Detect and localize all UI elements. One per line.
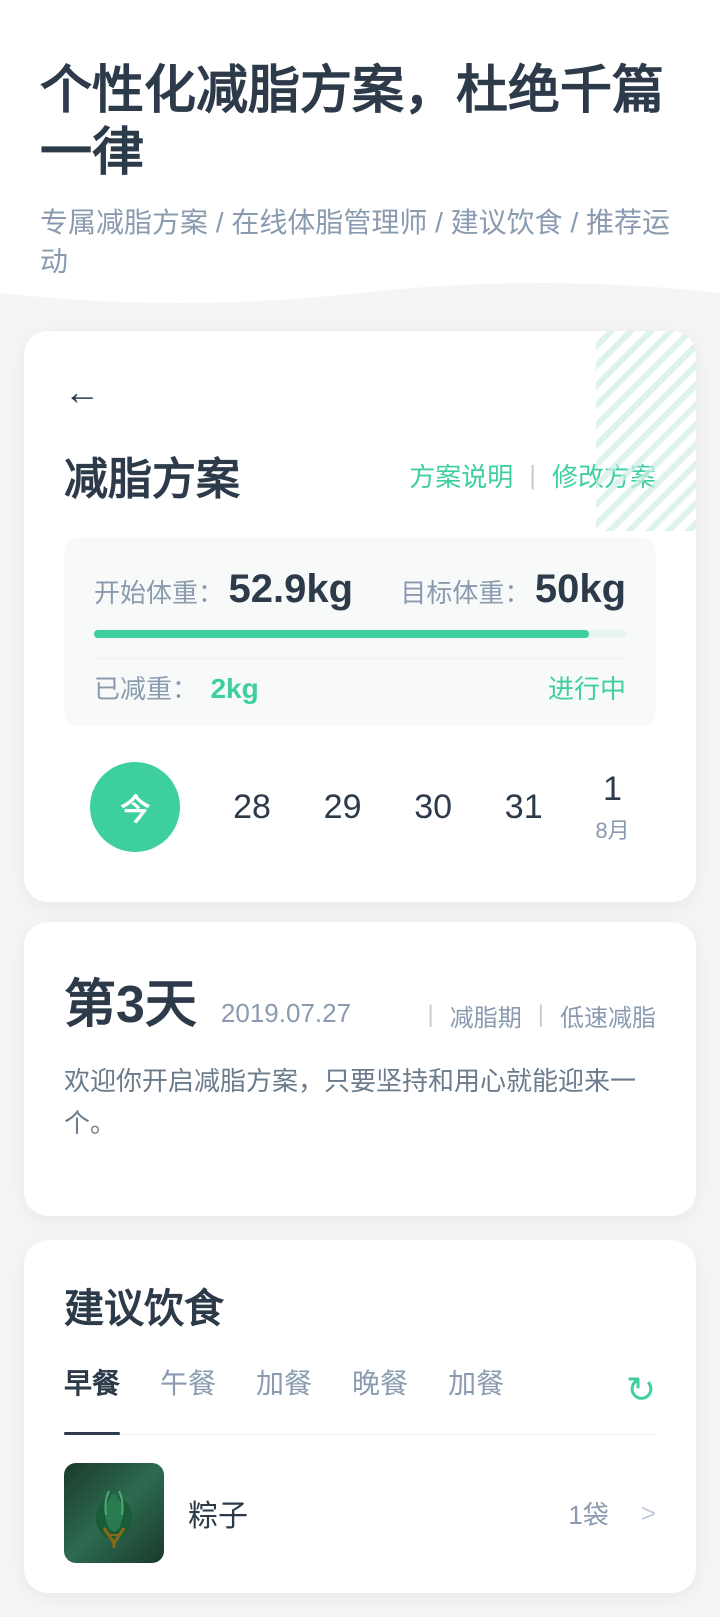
calendar-row: 今 28 29 30 31 1 8月	[64, 762, 656, 862]
weight-target-value: 50kg	[535, 567, 626, 611]
day-tag-1: 减脂期	[450, 998, 522, 1033]
today-label: 今	[120, 785, 150, 829]
lost-group: 已减重： 2kg	[94, 669, 259, 706]
diet-section: 建议饮食 早餐 午餐 加餐 晚餐 加餐 ↻	[24, 1240, 696, 1593]
header-title: 个性化减脂方案，杜绝千篇一律	[40, 60, 680, 185]
food-image	[64, 1463, 164, 1563]
cal-day-29: 29	[324, 788, 362, 827]
action-divider: |	[529, 460, 536, 491]
food-name: 粽子	[188, 1491, 544, 1535]
meal-tab-dinner[interactable]: 晚餐	[352, 1362, 408, 1418]
status-badge: 进行中	[548, 669, 626, 706]
weight-start-value: 52.9kg	[228, 567, 353, 611]
food-arrow-icon: >	[641, 1498, 656, 1529]
food-item[interactable]: 粽子 1袋 >	[64, 1463, 656, 1563]
diet-title: 建议饮食	[64, 1276, 656, 1334]
plan-title: 减脂方案	[64, 443, 240, 507]
back-button[interactable]: ←	[64, 371, 100, 413]
refresh-icon[interactable]: ↻	[626, 1369, 656, 1411]
header-wave	[0, 273, 720, 313]
meal-tab-snack2[interactable]: 加餐	[448, 1362, 504, 1418]
weight-bottom-row: 已减重： 2kg 进行中	[94, 658, 626, 706]
food-image-inner	[64, 1463, 164, 1563]
lost-label: 已减重：	[94, 674, 198, 704]
day-date: 2019.07.27	[221, 998, 351, 1029]
meal-tab-breakfast[interactable]: 早餐	[64, 1362, 120, 1418]
header-section: 个性化减脂方案，杜绝千篇一律 专属减脂方案 / 在线体脂管理师 / 建议饮食 /…	[0, 0, 720, 311]
day-description: 欢迎你开启减脂方案，只要坚持和用心就能迎来一个。	[64, 1061, 656, 1144]
day-section: 第3天 2019.07.27 | 减脂期 | 低速减脂 欢迎你开启减脂方案，只要…	[24, 922, 696, 1216]
day-header: 第3天 2019.07.27 | 减脂期 | 低速减脂	[64, 962, 656, 1037]
calendar-day-30[interactable]: 30	[414, 788, 452, 827]
food-qty: 1袋	[568, 1495, 608, 1532]
header-subtitle: 专属减脂方案 / 在线体脂管理师 / 建议饮食 / 推荐运动	[40, 203, 680, 281]
calendar-today[interactable]: 今	[90, 762, 180, 852]
weight-row: 开始体重： 52.9kg 目标体重： 50kg	[94, 567, 626, 612]
cal-day-30: 30	[414, 788, 452, 827]
plan-card: ← 减脂方案 方案说明 | 修改方案 开始体重： 52.9kg 目标体重： 50…	[24, 331, 696, 902]
day-sep-2: |	[538, 1001, 544, 1029]
progress-bar-fill	[94, 630, 589, 638]
weight-start-label: 开始体重：	[94, 578, 224, 608]
cal-day-1: 1	[603, 770, 622, 809]
weight-target-group: 目标体重： 50kg	[400, 567, 626, 612]
calendar-day-29[interactable]: 29	[324, 788, 362, 827]
weight-start-group: 开始体重： 52.9kg	[94, 567, 353, 612]
calendar-day-28[interactable]: 28	[233, 788, 271, 827]
day-number: 第3天	[64, 962, 197, 1037]
day-tags: | 减脂期 | 低速减脂	[428, 998, 656, 1033]
explain-link[interactable]: 方案说明	[409, 457, 513, 494]
weight-box: 开始体重： 52.9kg 目标体重： 50kg 已减重： 2kg 进行中	[64, 537, 656, 726]
meal-tabs: 早餐 午餐 加餐 晚餐 加餐 ↻	[64, 1362, 656, 1435]
meal-tab-lunch[interactable]: 午餐	[160, 1362, 216, 1418]
day-tag-2: 低速减脂	[560, 998, 656, 1033]
progress-bar-bg	[94, 630, 626, 638]
cal-day-28: 28	[233, 788, 271, 827]
weight-target-label: 目标体重：	[400, 578, 530, 608]
day-sep-1: |	[428, 1001, 434, 1029]
cal-month-aug: 8月	[595, 813, 629, 845]
today-circle: 今	[90, 762, 180, 852]
meal-tab-snack1[interactable]: 加餐	[256, 1362, 312, 1418]
zongzi-icon	[74, 1473, 154, 1553]
lost-value: 2kg	[210, 673, 258, 704]
cal-day-31: 31	[505, 788, 543, 827]
title-row: 减脂方案 方案说明 | 修改方案	[64, 443, 656, 507]
calendar-day-31[interactable]: 31	[505, 788, 543, 827]
calendar-day-1[interactable]: 1 8月	[595, 770, 629, 845]
stripe-decoration	[596, 331, 696, 531]
